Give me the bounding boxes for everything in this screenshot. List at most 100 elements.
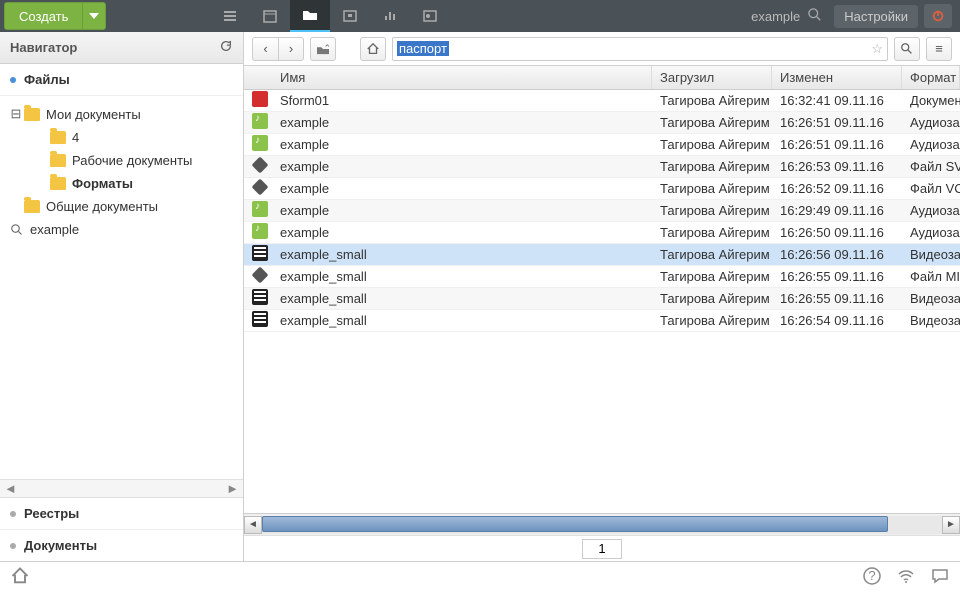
footer-bar: ? [0,561,960,593]
tree-my-documents[interactable]: ⊟ Мои документы [0,102,243,126]
files-label: Файлы [24,72,70,87]
col-type-header[interactable]: Формат [902,66,960,89]
create-button[interactable]: Создать [4,2,106,30]
tree-formats[interactable]: Форматы [0,172,243,195]
file-type-icon [252,113,268,129]
forward-button[interactable]: › [278,37,304,61]
refresh-icon[interactable] [219,39,233,56]
path-text: паспорт [397,41,449,56]
scroll-left-arrow[interactable]: ◄ [244,516,262,534]
horizontal-scrollbar[interactable]: ◄ ► [244,513,960,535]
chat-icon[interactable] [930,566,950,589]
table-row[interactable]: example_smallТагирова Айгерим16:26:56 09… [244,244,960,266]
table-row[interactable]: Sform01Тагирова Айгерим16:32:41 09.11.16… [244,90,960,112]
app-header: Создать example Настройки [0,0,960,32]
file-type-icon [252,179,269,196]
cell-type: Видеоза [902,289,960,308]
col-uploader-header[interactable]: Загрузил [652,66,772,89]
cell-uploader: Тагирова Айгерим [652,289,772,308]
table-row[interactable]: example_smallТагирова Айгерим16:26:54 09… [244,310,960,332]
col-icon-header[interactable] [244,66,272,89]
page-number[interactable]: 1 [582,539,622,559]
cell-type: Аудиоза [902,201,960,220]
sidebar-section-files[interactable]: Файлы [0,64,243,96]
tab-list[interactable] [210,0,250,32]
file-tree: ⊟ Мои документы 4 Рабочие документы Форм… [0,96,243,479]
scroll-thumb[interactable] [262,516,888,532]
col-name-header[interactable]: Имя [272,66,652,89]
cell-modified: 16:26:53 09.11.16 [772,157,902,176]
star-icon[interactable]: ☆ [871,41,883,57]
power-button[interactable] [924,4,952,28]
cell-name: example [272,201,652,220]
menu-button[interactable]: ≡ [926,37,952,61]
tab-archive[interactable] [330,0,370,32]
registries-label: Реестры [24,506,79,521]
col-modified-header[interactable]: Изменен [772,66,902,89]
folder-icon [50,154,66,167]
content-toolbar: ‹ › паспорт ☆ ≡ [244,32,960,66]
table-row[interactable]: exampleТагирова Айгерим16:26:51 09.11.16… [244,112,960,134]
cell-type: Файл MI [902,267,960,286]
cell-uploader: Тагирова Айгерим [652,157,772,176]
cell-modified: 16:26:56 09.11.16 [772,245,902,264]
cell-name: example_small [272,267,652,286]
header-search-text: example [751,9,800,24]
table-row[interactable]: exampleТагирова Айгерим16:26:51 09.11.16… [244,134,960,156]
table-row[interactable]: exampleТагирова Айгерим16:26:53 09.11.16… [244,156,960,178]
table-row[interactable]: exampleТагирова Айгерим16:26:52 09.11.16… [244,178,960,200]
tab-contacts[interactable] [410,0,450,32]
table-row[interactable]: example_smallТагирова Айгерим16:26:55 09… [244,266,960,288]
cell-type: Файл VC [902,179,960,198]
tree-working-docs[interactable]: Рабочие документы [0,149,243,172]
search-button[interactable] [894,37,920,61]
cell-type: Видеоза [902,311,960,330]
sidebar-hscroll[interactable]: ◄► [0,479,243,497]
up-button[interactable] [310,37,336,61]
search-icon[interactable] [808,8,822,25]
sidebar-section-registries[interactable]: Реестры [0,498,243,530]
settings-button[interactable]: Настройки [834,5,918,28]
cell-name: example_small [272,245,652,264]
svg-text:?: ? [868,568,875,583]
tree-search-example[interactable]: example [0,218,243,241]
header-tabs [210,0,450,32]
scroll-track[interactable] [262,516,942,534]
cell-name: example [272,223,652,242]
tab-files[interactable] [290,0,330,32]
tab-calendar[interactable] [250,0,290,32]
sidebar-header: Навигатор [0,32,243,64]
path-input[interactable]: паспорт ☆ [392,37,888,61]
table-row[interactable]: example_smallТагирова Айгерим16:26:55 09… [244,288,960,310]
cell-uploader: Тагирова Айгерим [652,201,772,220]
cell-type: Аудиоза [902,113,960,132]
wifi-icon[interactable] [896,566,916,589]
cell-uploader: Тагирова Айгерим [652,179,772,198]
home-icon[interactable] [10,566,30,589]
home-button[interactable] [360,37,386,61]
search-icon [10,223,24,237]
help-icon[interactable]: ? [862,566,882,589]
cell-modified: 16:26:54 09.11.16 [772,311,902,330]
table-row[interactable]: exampleТагирова Айгерим16:26:50 09.11.16… [244,222,960,244]
back-button[interactable]: ‹ [252,37,278,61]
create-dropdown-arrow[interactable] [83,3,105,29]
dot-icon [10,77,16,83]
create-button-label: Создать [5,3,83,29]
collapse-icon[interactable]: ⊟ [10,106,22,122]
pager: 1 [244,535,960,561]
documents-label: Документы [24,538,97,553]
cell-uploader: Тагирова Айгерим [652,113,772,132]
table-row[interactable]: exampleТагирова Айгерим16:29:49 09.11.16… [244,200,960,222]
scroll-right-arrow[interactable]: ► [942,516,960,534]
cell-type: Докумен [902,91,960,110]
cell-name: example_small [272,311,652,330]
sidebar: Навигатор Файлы ⊟ Мои документы 4 Рабочи… [0,32,244,561]
tree-label: 4 [72,130,79,145]
tree-item-4[interactable]: 4 [0,126,243,149]
tree-shared-docs[interactable]: Общие документы [0,195,243,218]
file-type-icon [252,157,269,174]
tab-stats[interactable] [370,0,410,32]
sidebar-section-documents[interactable]: Документы [0,530,243,561]
cell-uploader: Тагирова Айгерим [652,91,772,110]
